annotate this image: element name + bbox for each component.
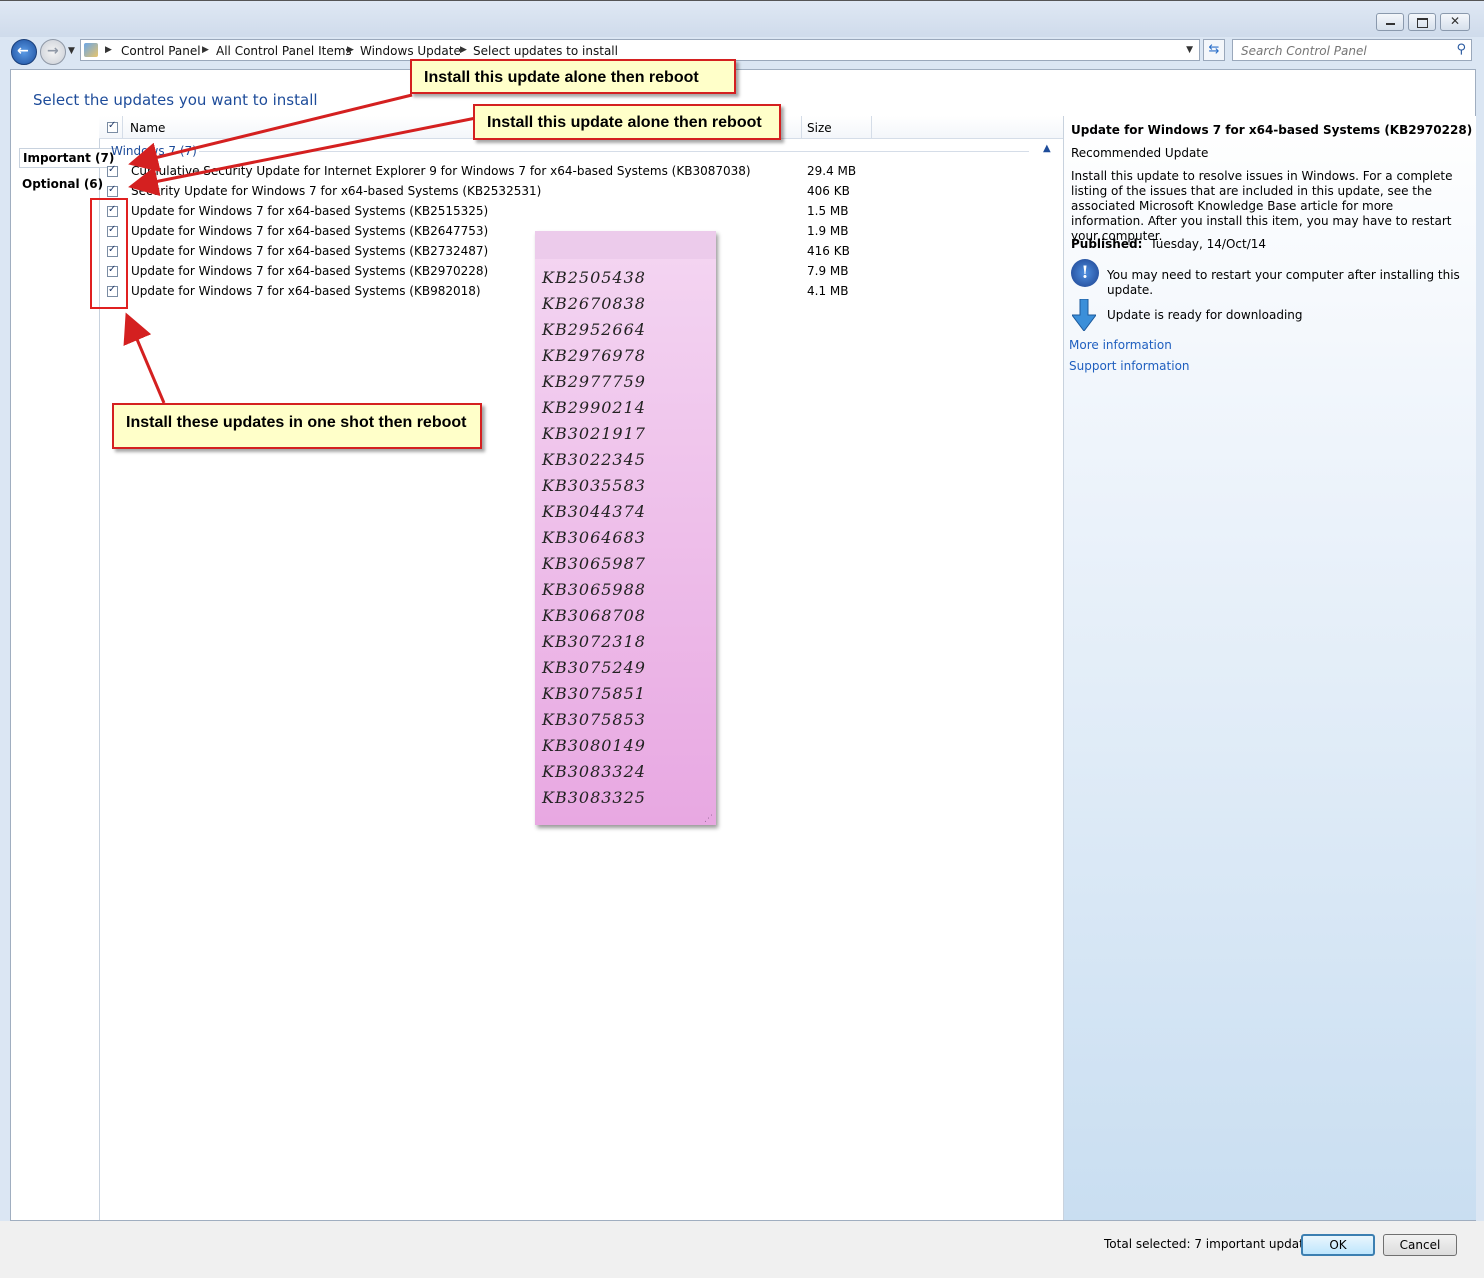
resize-grip-icon[interactable]: ⋰ (704, 814, 713, 824)
kb-entry: KB3075851 (542, 684, 646, 703)
kb-entry: KB3021917 (542, 424, 646, 443)
kb-entry: KB3065987 (542, 554, 646, 573)
kb-entry: KB3075853 (542, 710, 646, 729)
kb-entry: KB3080149 (542, 736, 646, 755)
callout-note: Install this update alone then reboot (410, 59, 736, 94)
kb-entry: KB2976978 (542, 346, 646, 365)
kb-entry: KB3022345 (542, 450, 646, 469)
kb-entry: KB3083325 (542, 788, 646, 807)
kb-entry: KB2670838 (542, 294, 646, 313)
callout-note: Install these updates in one shot then r… (112, 403, 482, 449)
kb-entry: KB3035583 (542, 476, 646, 495)
kb-entry: KB2990214 (542, 398, 646, 417)
callout-arrow (123, 312, 166, 404)
kb-entry: KB3065988 (542, 580, 646, 599)
kb-entry: KB3068708 (542, 606, 646, 625)
callout-arrow (128, 93, 413, 172)
kb-entry: KB2977759 (542, 372, 646, 391)
kb-entry: KB3083324 (542, 762, 646, 781)
sticky-note: KB2505438 KB2670838 KB2952664 KB2976978 … (535, 231, 716, 825)
kb-entry: KB2505438 (542, 268, 646, 287)
annotation-arrows (123, 93, 477, 404)
callout-note: Install this update alone then reboot (473, 104, 781, 140)
kb-entry: KB3072318 (542, 632, 646, 651)
kb-entry: KB3064683 (542, 528, 646, 547)
callout-arrow (128, 116, 477, 197)
kb-entry: KB3075249 (542, 658, 646, 677)
kb-entry: KB3044374 (542, 502, 646, 521)
sticky-note-header (535, 231, 716, 259)
kb-entry: KB2952664 (542, 320, 646, 339)
